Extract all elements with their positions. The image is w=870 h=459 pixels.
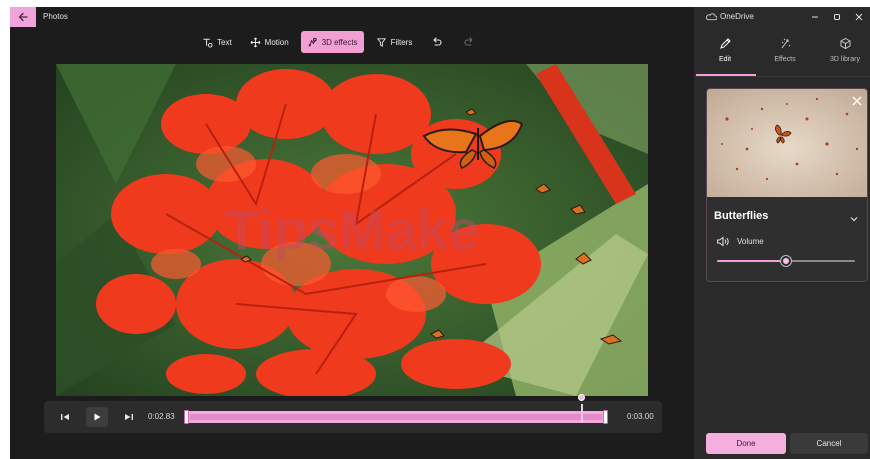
filters-tool-button[interactable]: Filters bbox=[370, 31, 419, 53]
playhead-knob[interactable] bbox=[577, 394, 585, 401]
3d-effects-tool-label: 3D effects bbox=[321, 37, 358, 47]
panel-titlebar: OneDrive bbox=[694, 7, 870, 27]
end-time-label: 0:03.00 bbox=[627, 412, 654, 421]
volume-slider[interactable] bbox=[717, 256, 855, 266]
minimize-icon bbox=[812, 16, 818, 18]
close-window-button[interactable] bbox=[852, 10, 866, 24]
filters-tool-label: Filters bbox=[390, 37, 413, 47]
motion-icon bbox=[250, 37, 261, 47]
filters-icon bbox=[376, 37, 386, 47]
onedrive-label: OneDrive bbox=[720, 12, 754, 21]
arrow-left-icon bbox=[18, 12, 28, 22]
tab-effects-label: Effects bbox=[774, 56, 796, 63]
remove-effect-button[interactable] bbox=[851, 95, 863, 107]
close-icon bbox=[855, 13, 863, 21]
redo-icon bbox=[464, 37, 473, 46]
cube-icon bbox=[840, 37, 850, 50]
volume-slider-fill bbox=[717, 260, 786, 262]
play-icon bbox=[94, 413, 101, 421]
done-button[interactable]: Done bbox=[706, 433, 786, 454]
tab-edit[interactable]: Edit bbox=[696, 34, 754, 78]
tab-effects[interactable]: Effects bbox=[756, 34, 814, 78]
undo-icon bbox=[433, 37, 442, 46]
3d-effects-tool-button[interactable]: 3D effects bbox=[300, 31, 364, 53]
redo-button[interactable] bbox=[456, 31, 482, 53]
effect-card: Butterflies Volume bbox=[706, 88, 868, 282]
effect-name: Butterflies bbox=[714, 210, 769, 222]
effects-icon bbox=[781, 38, 790, 49]
trim-track[interactable] bbox=[184, 394, 608, 424]
volume-slider-thumb[interactable] bbox=[781, 256, 791, 266]
timeline-bar: 0:02.83 0:03.00 bbox=[44, 394, 662, 433]
tab-3d-library-label: 3D library bbox=[830, 56, 860, 63]
trim-selection bbox=[190, 414, 602, 420]
photos-window: Photos Text Motion 3D effects Filters Ti… bbox=[10, 7, 870, 459]
video-watermark: TipsMake bbox=[225, 198, 479, 261]
side-panel: OneDrive Edit Effects 3D library Butterf… bbox=[694, 7, 870, 459]
back-button[interactable] bbox=[10, 7, 36, 27]
minimize-button[interactable] bbox=[808, 10, 822, 24]
play-button[interactable] bbox=[86, 407, 108, 427]
pencil-icon bbox=[719, 38, 731, 49]
maximize-button[interactable] bbox=[830, 10, 844, 24]
collapse-effect-button[interactable] bbox=[849, 211, 859, 222]
chevron-down-icon bbox=[850, 217, 858, 222]
text-icon bbox=[203, 38, 213, 48]
tab-edit-label: Edit bbox=[718, 56, 732, 63]
video-preview[interactable]: TipsMake bbox=[56, 64, 648, 396]
undo-button[interactable] bbox=[424, 31, 450, 53]
effect-thumbnail[interactable] bbox=[707, 89, 867, 197]
tab-3d-library[interactable]: 3D library bbox=[816, 34, 870, 78]
motion-tool-button[interactable]: Motion bbox=[244, 31, 295, 53]
editor-toolbar: Text Motion 3D effects Filters bbox=[196, 31, 482, 53]
editor-main-area: Photos Text Motion 3D effects Filters Ti… bbox=[10, 7, 694, 459]
app-title: Photos bbox=[43, 12, 68, 21]
trim-start-handle[interactable] bbox=[184, 410, 189, 424]
next-frame-button[interactable] bbox=[118, 407, 140, 427]
volume-label: Volume bbox=[737, 237, 764, 246]
current-time-label: 0:02.83 bbox=[148, 412, 175, 421]
onedrive-icon bbox=[706, 13, 717, 21]
maximize-icon bbox=[834, 14, 840, 20]
volume-icon bbox=[717, 236, 729, 247]
butterflies-preview-image bbox=[707, 89, 867, 197]
cancel-button[interactable]: Cancel bbox=[790, 433, 868, 454]
skip-forward-icon bbox=[125, 414, 133, 420]
text-tool-label: Text bbox=[217, 37, 232, 47]
panel-divider bbox=[694, 76, 870, 77]
previous-frame-button[interactable] bbox=[54, 407, 76, 427]
3d-effects-icon bbox=[308, 37, 317, 46]
text-tool-button[interactable]: Text bbox=[196, 31, 238, 53]
close-icon bbox=[852, 96, 862, 106]
playhead[interactable] bbox=[577, 394, 585, 423]
trim-end-handle[interactable] bbox=[603, 410, 608, 424]
video-frame-image: TipsMake bbox=[56, 64, 648, 396]
motion-tool-label: Motion bbox=[264, 37, 289, 47]
skip-back-icon bbox=[61, 414, 69, 420]
